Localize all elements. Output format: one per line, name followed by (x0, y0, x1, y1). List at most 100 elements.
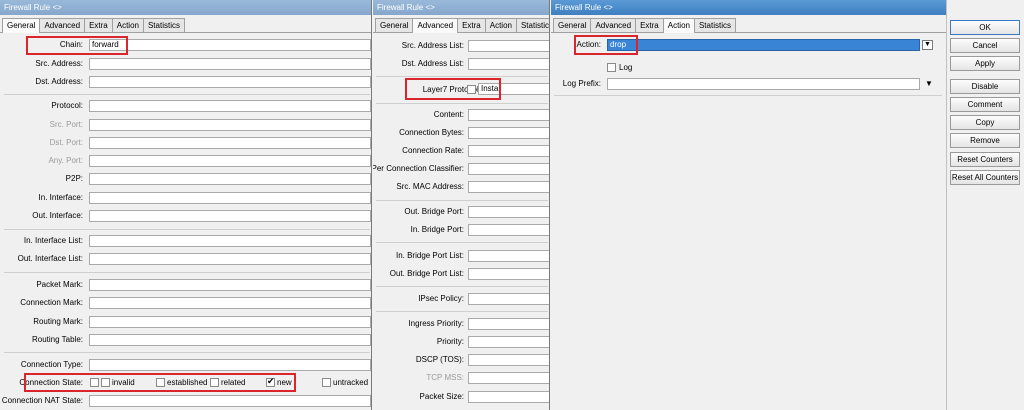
connection-type-input[interactable] (89, 359, 371, 371)
reset-all-counters-button[interactable]: Reset All Counters (950, 170, 1020, 185)
in-bridge-port-list-input[interactable] (468, 250, 549, 262)
in-interface-input[interactable] (89, 192, 371, 204)
log-prefix-input[interactable] (607, 78, 920, 90)
in-bridge-port-label: In. Bridge Port: (410, 225, 464, 234)
priority-input[interactable] (468, 336, 549, 348)
priority-label: Priority: (436, 337, 464, 346)
src-port-input[interactable] (89, 119, 371, 131)
routing-table-input[interactable] (89, 334, 371, 346)
src-address-input[interactable] (89, 58, 371, 70)
dscp-input[interactable] (468, 354, 549, 366)
cancel-button[interactable]: Cancel (950, 38, 1020, 53)
disable-button[interactable]: Disable (950, 79, 1020, 94)
ingress-priority-input[interactable] (468, 318, 549, 330)
out-interface-list-input[interactable] (89, 253, 371, 265)
tab-general[interactable]: General (375, 18, 414, 32)
in-interface-label: In. Interface: (38, 193, 83, 202)
copy-button[interactable]: Copy (950, 115, 1020, 130)
routing-table-label: Routing Table: (32, 335, 83, 344)
connection-bytes-input[interactable] (468, 127, 549, 139)
any-port-input[interactable] (89, 155, 371, 167)
out-interface-label: Out. Interface: (32, 211, 83, 220)
apply-button[interactable]: Apply (950, 56, 1020, 71)
dst-address-label: Dst. Address: (35, 77, 83, 86)
log-prefix-dropdown-icon[interactable]: ▼ (925, 78, 933, 90)
state-untracked-label: untracked (333, 378, 369, 387)
out-interface-input[interactable] (89, 210, 371, 222)
action-highlight (574, 35, 638, 55)
tab-action[interactable]: Action (111, 18, 144, 32)
firewall-rule-window-general: Firewall Rule <> General Advanced Extra … (0, 0, 372, 410)
chain-highlight (26, 36, 128, 55)
dst-address-input[interactable] (89, 76, 371, 88)
log-label: Log (619, 63, 633, 72)
tab-extra[interactable]: Extra (84, 18, 113, 32)
per-connection-classifier-input[interactable] (468, 163, 549, 175)
content-input[interactable] (468, 109, 549, 121)
ingress-priority-label: Ingress Priority: (408, 319, 464, 328)
tab-action[interactable]: Action (484, 18, 517, 32)
out-bridge-port-list-input[interactable] (468, 268, 549, 280)
tab-advanced[interactable]: Advanced (590, 18, 637, 32)
ok-button[interactable]: OK (950, 20, 1020, 35)
tab-statistics[interactable]: Statistics (515, 18, 549, 32)
out-bridge-port-label: Out. Bridge Port: (404, 207, 464, 216)
log-prefix-label: Log Prefix: (562, 79, 601, 88)
src-address-label: Src. Address: (35, 59, 83, 68)
dropdown-arrow-icon[interactable]: ▼ (922, 40, 933, 50)
window-title: Firewall Rule <> (0, 0, 371, 15)
routing-mark-input[interactable] (89, 316, 371, 328)
tab-extra[interactable]: Extra (635, 18, 664, 32)
connection-state-highlight (24, 373, 296, 392)
src-mac-address-input[interactable] (468, 181, 549, 193)
remove-button[interactable]: Remove (950, 133, 1020, 148)
log-checkbox[interactable] (607, 63, 616, 72)
packet-mark-input[interactable] (89, 279, 371, 291)
protocol-input[interactable] (89, 100, 371, 112)
connection-rate-input[interactable] (468, 145, 549, 157)
dscp-label: DSCP (TOS): (415, 355, 464, 364)
per-connection-classifier-label: Per Connection Classifier: (373, 164, 464, 173)
comment-button[interactable]: Comment (950, 97, 1020, 112)
dst-port-label: Dst. Port: (49, 138, 83, 147)
tab-advanced[interactable]: Advanced (412, 18, 459, 33)
reset-counters-button[interactable]: Reset Counters (950, 152, 1020, 167)
packet-size-input[interactable] (468, 391, 549, 403)
ipsec-policy-input[interactable] (468, 293, 549, 305)
tab-statistics[interactable]: Statistics (142, 18, 185, 32)
window-title: Firewall Rule <> (373, 0, 549, 15)
tab-bar: General Advanced Extra Action Statistics (2, 18, 185, 33)
action-select[interactable]: drop (607, 39, 920, 51)
connection-type-label: Connection Type: (20, 360, 83, 369)
dst-address-list-input[interactable] (468, 58, 549, 70)
connection-nat-state-input[interactable] (89, 395, 371, 407)
in-interface-list-label: In. Interface List: (23, 236, 83, 245)
dst-port-input[interactable] (89, 137, 371, 149)
src-address-list-input[interactable] (468, 40, 549, 52)
tab-advanced[interactable]: Advanced (39, 18, 86, 32)
tab-extra[interactable]: Extra (457, 18, 486, 32)
protocol-label: Protocol: (51, 101, 83, 110)
packet-size-label: Packet Size: (419, 392, 464, 401)
in-interface-list-input[interactable] (89, 235, 371, 247)
src-mac-address-label: Src. MAC Address: (396, 182, 464, 191)
state-untracked-checkbox[interactable] (322, 378, 331, 387)
connection-rate-label: Connection Rate: (402, 146, 464, 155)
dst-address-list-label: Dst. Address List: (401, 59, 464, 68)
connection-mark-input[interactable] (89, 297, 371, 309)
out-bridge-port-input[interactable] (468, 206, 549, 218)
connection-nat-state-label: Connection NAT State: (1, 396, 83, 405)
in-bridge-port-input[interactable] (468, 224, 549, 236)
tab-general[interactable]: General (553, 18, 592, 32)
tab-statistics[interactable]: Statistics (693, 18, 736, 32)
ipsec-policy-label: IPsec Policy: (418, 294, 464, 303)
any-port-label: Any. Port: (48, 156, 83, 165)
tcp-mss-label: TCP MSS: (426, 373, 464, 382)
packet-mark-label: Packet Mark: (36, 280, 83, 289)
tab-general[interactable]: General (2, 18, 41, 33)
tcp-mss-input[interactable] (468, 372, 549, 384)
p2p-input[interactable] (89, 173, 371, 185)
tab-action[interactable]: Action (662, 18, 695, 33)
tab-bar: General Advanced Extra Action Statistics (375, 18, 549, 33)
chain-input[interactable]: forward (89, 39, 371, 51)
